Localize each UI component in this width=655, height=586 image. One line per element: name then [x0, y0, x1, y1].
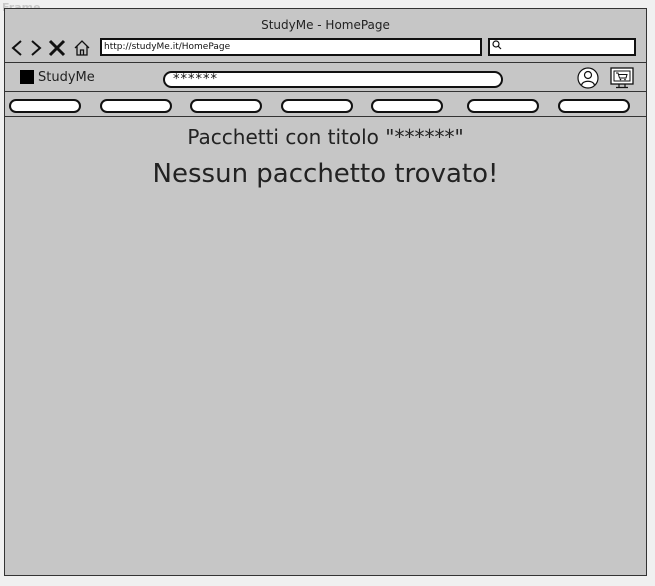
nav-tab[interactable]: [100, 99, 172, 113]
header-divider: [5, 91, 646, 92]
nav-tab[interactable]: [190, 99, 262, 113]
chevron-right-icon[interactable]: [29, 38, 43, 58]
chevron-left-icon[interactable]: [10, 38, 24, 58]
no-results-message: Nessun pacchetto trovato!: [152, 159, 499, 189]
nav-tab[interactable]: [558, 99, 630, 113]
search-icon: [492, 40, 502, 55]
user-icon[interactable]: [577, 67, 599, 89]
browser-toolbar: http://studyMe.it/HomePage: [5, 36, 646, 64]
logo-square: [20, 70, 34, 84]
app-search-input[interactable]: ******: [163, 71, 503, 88]
close-icon[interactable]: [47, 38, 67, 58]
logo-text[interactable]: StudyMe: [38, 70, 95, 86]
app-header: StudyMe ******: [5, 65, 646, 92]
browser-search-input[interactable]: [488, 38, 636, 56]
tabs-divider: [5, 116, 646, 117]
nav-tab[interactable]: [371, 99, 443, 113]
home-icon[interactable]: [73, 38, 91, 58]
nav-tabs: [5, 97, 646, 115]
toolbar-divider: [5, 62, 646, 63]
window-title: StudyMe - HomePage: [261, 18, 390, 32]
nav-tab[interactable]: [9, 99, 81, 113]
browser-window: StudyMe - HomePage http://studyMe.it/Hom…: [4, 8, 647, 576]
cart-icon[interactable]: [610, 67, 634, 89]
url-field[interactable]: http://studyMe.it/HomePage: [100, 38, 482, 56]
nav-tab[interactable]: [281, 99, 353, 113]
nav-tab[interactable]: [467, 99, 539, 113]
results-subtitle: Pacchetti con titolo "******": [187, 125, 464, 149]
